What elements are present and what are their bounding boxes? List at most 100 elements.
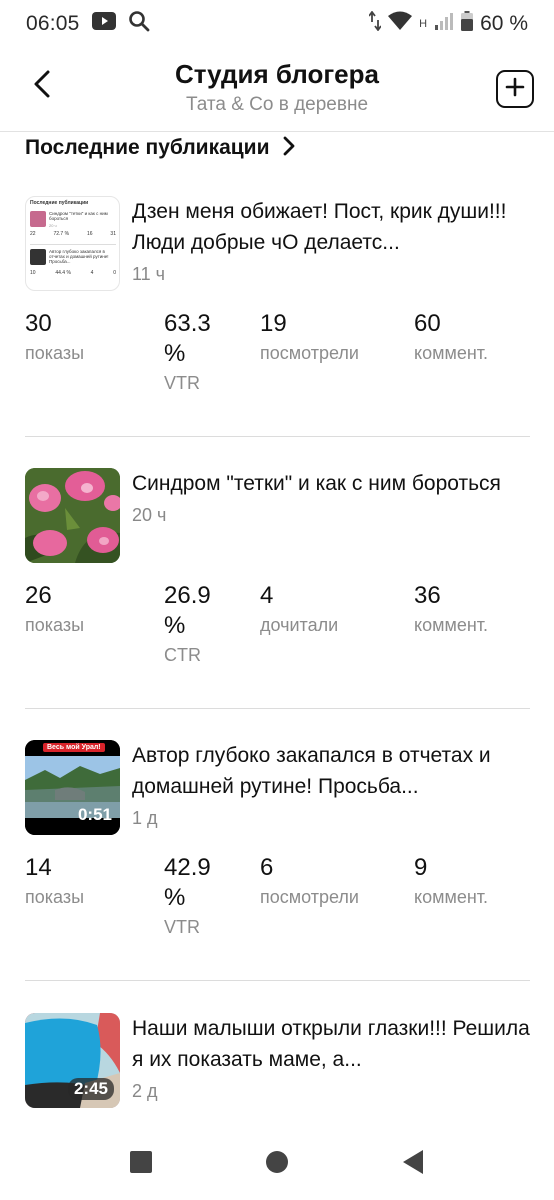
video-thumbnail: Весь мой Урал! 0:51 (25, 740, 120, 835)
stat-read: 4 дочитали (260, 581, 338, 639)
flower-image (25, 468, 120, 563)
stat-value: 6 (260, 854, 274, 881)
stat-value: 26.9 (164, 582, 211, 609)
thumb-stat: 0 (113, 270, 116, 276)
circle-icon (265, 1150, 289, 1179)
stat-value: 9 (414, 854, 428, 881)
publication-card[interactable]: 2:45 Наши малыши открыли глазки!!! Решил… (25, 1013, 530, 1108)
search-icon (128, 10, 150, 38)
thumb-stat: 72.7 % (53, 231, 70, 237)
stat-unit: % (164, 612, 186, 639)
thumb-row1-title: Синдром "тетки" и как с ним бороться (49, 211, 108, 221)
post-time: 2 д (132, 1081, 158, 1101)
stat-value: 60 (414, 310, 441, 337)
post-time: 11 ч (132, 264, 166, 284)
network-type: H (419, 18, 428, 30)
video-thumbnail: 2:45 (25, 1013, 120, 1108)
publication-card[interactable]: Последние публикации Синдром "тетки" и к… (25, 196, 530, 409)
square-icon (129, 1150, 153, 1179)
divider (25, 708, 530, 709)
video-duration: 0:51 (77, 805, 112, 824)
stat-views: 6 посмотрели (260, 853, 359, 911)
stat-comments: 60 коммент. (414, 309, 488, 367)
status-bar: 06:05 H 60 % (0, 0, 554, 48)
stat-label: коммент. (414, 615, 489, 635)
stat-ctr: 26.9 % CTR (164, 581, 211, 669)
stat-label: показы (25, 615, 85, 635)
page-subtitle: Тата & Co в деревне (185, 94, 369, 115)
chevron-left-icon (32, 69, 52, 104)
thumb-stat: 31 (110, 231, 116, 237)
system-back-button[interactable] (397, 1148, 429, 1180)
stat-value: 42.9 (164, 854, 211, 881)
stat-comments: 9 коммент. (414, 853, 488, 911)
home-button[interactable] (261, 1148, 293, 1180)
post-time: 20 ч (132, 505, 167, 525)
thumb-row1-time: 20 ч (49, 223, 57, 228)
post-stats: 14 показы 42.9 % VTR 6 посмотрели 9 комм… (25, 853, 530, 953)
stat-label: коммент. (414, 887, 489, 907)
post-title: Наши малыши открыли глазки!!! Решила я и… (132, 1017, 530, 1071)
stat-vtr: 42.9 % VTR (164, 853, 211, 941)
stat-value: 63.3 (164, 310, 211, 337)
thumb-row1-stats: 22 72.7 % 16 31 (30, 231, 116, 237)
post-thumbnail: Последние публикации Синдром "тетки" и к… (25, 196, 120, 291)
thumb-divider (30, 244, 116, 245)
battery-percent: 60 % (480, 12, 528, 35)
stat-value: 4 (260, 582, 274, 609)
publication-card[interactable]: Синдром "тетки" и как с ним бороться 20 … (25, 468, 530, 681)
plus-icon (504, 76, 526, 103)
stat-value: 36 (414, 582, 441, 609)
publication-card[interactable]: Весь мой Урал! 0:51 Автор глубоко закапа… (25, 740, 530, 953)
thumb-row2-title: Автор глубоко закапался в отчетах и дома… (49, 249, 109, 264)
stat-unit: % (164, 884, 186, 911)
stat-views: 19 посмотрели (260, 309, 359, 367)
app-header: Студия блогера Тата & Co в деревне (0, 48, 554, 132)
post-title: Автор глубоко закапался в отчетах и дома… (132, 744, 491, 798)
stat-value: 26 (25, 582, 52, 609)
video-banner: Весь мой Урал! (43, 743, 105, 752)
thumb-stat: 44.4 % (55, 270, 71, 276)
stat-label: VTR (164, 917, 200, 937)
thumb-stat: 16 (86, 231, 93, 237)
battery-icon (461, 11, 474, 37)
thumb-row2-stats: 10 44.4 % 4 0 (30, 270, 116, 276)
thumb-stat: 4 (90, 270, 94, 276)
chevron-right-icon (283, 136, 295, 161)
wifi-icon (388, 11, 413, 37)
stat-label: коммент. (414, 343, 489, 363)
stat-label: VTR (164, 373, 200, 393)
stat-impressions: 26 показы (25, 581, 84, 639)
post-title: Синдром "тетки" и как с ним бороться (132, 472, 501, 495)
youtube-icon (91, 12, 116, 36)
thumb-flower-image (30, 211, 46, 227)
stat-label: дочитали (260, 615, 339, 635)
divider (25, 436, 530, 437)
page-title: Студия блогера (175, 59, 379, 89)
back-button[interactable] (22, 66, 62, 106)
create-post-button[interactable] (496, 70, 534, 108)
section-title: Последние публикации (25, 136, 270, 159)
recent-publications-link[interactable]: Последние публикации (25, 132, 295, 164)
stat-label: посмотрели (260, 343, 359, 363)
stat-label: показы (25, 887, 85, 907)
post-thumbnail (25, 468, 120, 563)
post-title: Дзен меня обижает! Пост, крик души!!! Лю… (132, 200, 507, 254)
stat-unit: % (164, 340, 186, 367)
system-navigation-bar (0, 1128, 554, 1200)
recent-apps-button[interactable] (125, 1148, 157, 1180)
stat-comments: 36 коммент. (414, 581, 488, 639)
stat-label: показы (25, 343, 85, 363)
stat-value: 14 (25, 854, 52, 881)
thumb-video-image (30, 249, 46, 265)
video-duration: 2:45 (67, 1078, 114, 1100)
stat-vtr: 63.3 % VTR (164, 309, 211, 397)
thumb-header-text: Последние публикации (30, 200, 89, 206)
stat-value: 30 (25, 310, 52, 337)
stat-label: посмотрели (260, 887, 359, 907)
thumb-stat: 10 (30, 270, 36, 276)
stat-label: CTR (164, 645, 201, 665)
signal-icon (434, 11, 454, 37)
post-stats: 26 показы 26.9 % CTR 4 дочитали 36 комме… (25, 581, 530, 681)
stat-impressions: 30 показы (25, 309, 84, 367)
